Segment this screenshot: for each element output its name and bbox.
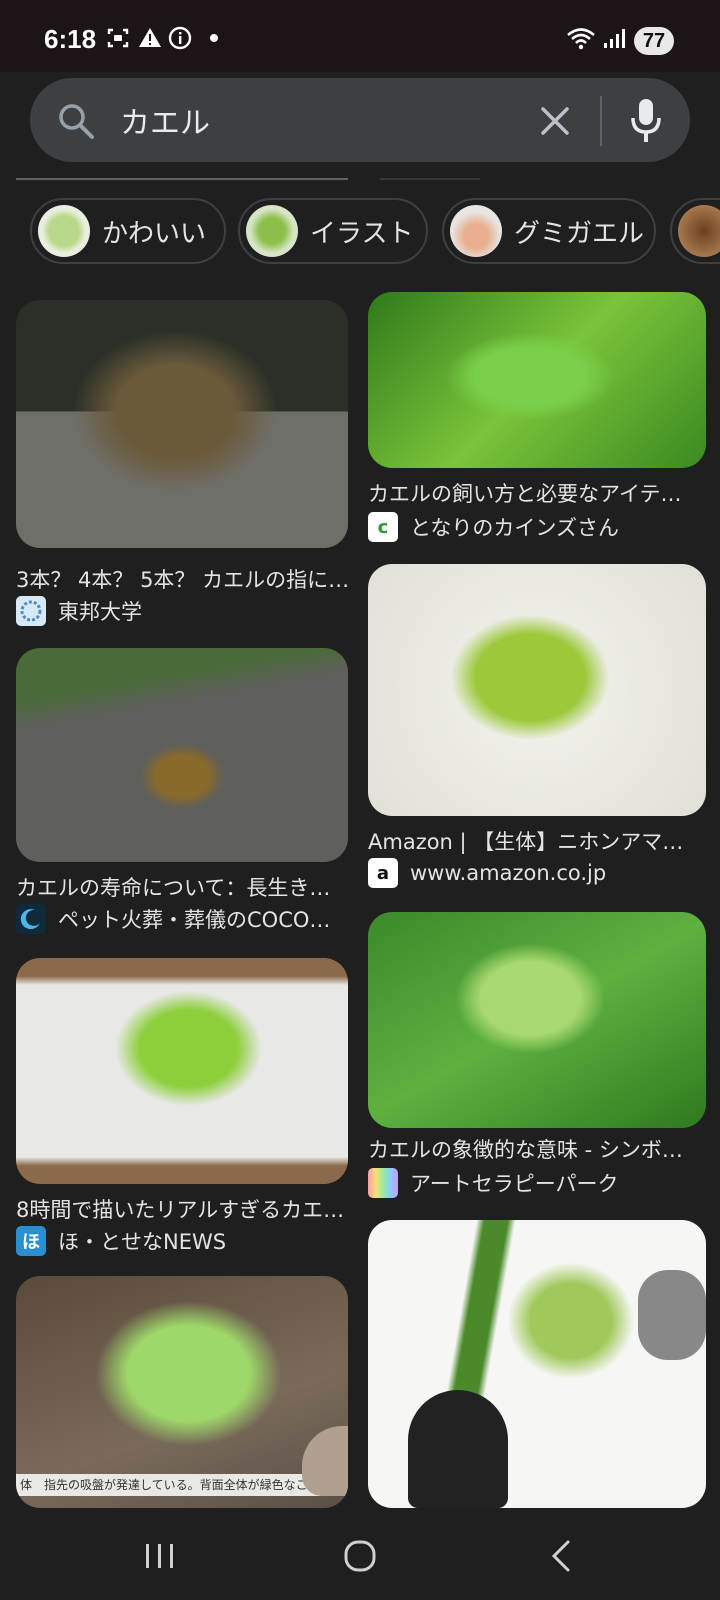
result-source[interactable]: ほ ほ・とせなNEWS [16, 1226, 226, 1256]
frog-on-grass-image[interactable] [368, 1220, 706, 1508]
anime-sticker [638, 1270, 706, 1360]
result-source[interactable]: アートセラピーパーク [368, 1168, 619, 1198]
chip-kawaii[interactable]: かわいい [30, 198, 226, 264]
tab-divider [380, 178, 480, 180]
source-name: ペット火葬・葬儀のCOCO… [58, 908, 331, 932]
home-icon[interactable] [340, 1536, 380, 1576]
chip-label: グミガエル [514, 218, 645, 249]
green-tree-frog-image[interactable]: 体 指先の吸盤が発達している。背面全体が緑色なこと [16, 1276, 348, 1508]
search-icon [59, 104, 94, 139]
university-logo-icon [16, 596, 46, 626]
signal-icon [604, 29, 625, 48]
battery-indicator: 77 [634, 27, 674, 55]
chip-thumbnail [38, 205, 90, 257]
source-name: ほ・とせなNEWS [58, 1230, 227, 1254]
status-time: 6:18 [44, 24, 97, 54]
cat-sticker [302, 1426, 348, 1496]
chip-gummy[interactable]: グミガエル [442, 198, 656, 264]
microphone-icon[interactable] [628, 96, 664, 146]
frog-on-green-leaf-image[interactable] [368, 912, 706, 1128]
result-title[interactable]: Amazon | 【生体】ニホンアマ… [368, 826, 708, 856]
crescent-moon-icon [16, 904, 46, 934]
cainz-logo-icon: c [368, 512, 398, 542]
amazon-logo-icon: a [368, 858, 398, 888]
result-title[interactable]: カエルの飼い方と必要なアイテ… [368, 478, 708, 508]
screenshot-icon [107, 28, 129, 48]
chip-label: イラスト [310, 218, 414, 249]
japanese-tree-frog-image[interactable] [368, 564, 706, 816]
frog-drawing-image[interactable] [16, 958, 348, 1184]
search-input[interactable]: カエル [120, 98, 210, 142]
result-title[interactable]: カエルの寿命について：長生き… [16, 872, 356, 902]
chip-label: かわいい [102, 218, 207, 249]
result-source[interactable]: ペット火葬・葬儀のCOCO… [16, 904, 330, 934]
back-icon[interactable] [542, 1536, 582, 1576]
result-title[interactable]: 3本？ 4本？ 5本？ カエルの指に… [16, 564, 356, 594]
clear-icon[interactable] [538, 104, 572, 138]
tab-divider [16, 178, 348, 180]
news-logo-icon: ほ [16, 1226, 46, 1256]
wifi-icon [567, 28, 595, 50]
source-name: 東邦大学 [58, 600, 142, 624]
result-title[interactable]: カエルの象徴的な意味 - シンボ… [368, 1134, 708, 1164]
result-source[interactable]: a www.amazon.co.jp [368, 858, 606, 888]
chip-thumbnail [246, 205, 298, 257]
result-title[interactable]: 8時間で描いたリアルすぎるカエ… [16, 1194, 356, 1224]
info-icon [168, 26, 192, 50]
source-name: www.amazon.co.jp [410, 861, 607, 885]
dot-icon [210, 34, 218, 42]
chip-more[interactable] [670, 198, 720, 264]
rainbow-logo-icon [368, 1168, 398, 1198]
result-source[interactable]: 東邦大学 [16, 596, 142, 626]
chip-thumbnail [450, 205, 502, 257]
frog-on-leaf-image[interactable] [368, 292, 706, 468]
source-name: となりのカインズさん [410, 516, 619, 540]
source-name: アートセラピーパーク [410, 1172, 619, 1196]
recent-apps-icon[interactable] [140, 1536, 180, 1576]
result-source[interactable]: c となりのカインズさん [368, 512, 619, 542]
search-divider [600, 96, 602, 146]
chip-thumbnail [678, 205, 720, 257]
anime-sticker [408, 1390, 508, 1508]
frog-on-rock-image[interactable] [16, 648, 348, 862]
warning-icon [139, 28, 161, 47]
toad-image[interactable] [16, 300, 348, 548]
chip-illust[interactable]: イラスト [238, 198, 428, 264]
image-caption: 体 指先の吸盤が発達している。背面全体が緑色なこと [16, 1474, 348, 1496]
